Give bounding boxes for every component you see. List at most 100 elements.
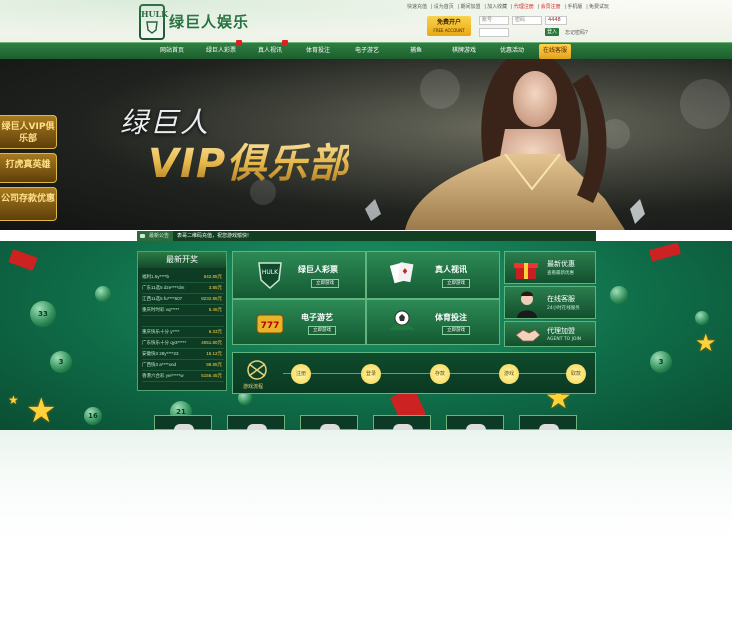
draw-row[interactable]: 安徽快3 28y****23 15.12元 bbox=[142, 350, 224, 360]
star-icon: ★ bbox=[8, 393, 19, 407]
nav-item-fishing[interactable]: 捕鱼 bbox=[410, 43, 422, 60]
side-tab-hero[interactable]: 打虎真英雄 bbox=[0, 153, 57, 183]
captcha-input[interactable] bbox=[479, 28, 509, 37]
support-panel[interactable]: 在线客服 24小时在线服务 bbox=[504, 286, 596, 319]
username-input[interactable]: 账号 bbox=[479, 16, 509, 25]
captcha-box[interactable]: 4448 bbox=[545, 16, 567, 25]
process-step[interactable]: 存款 bbox=[430, 364, 450, 384]
partner-thumb[interactable] bbox=[154, 415, 212, 430]
process-step[interactable]: 取款 bbox=[566, 364, 586, 384]
draw-row-name: 重庆时时彩 vq***** bbox=[142, 307, 180, 312]
draw-row-amount: 5156.45元 bbox=[201, 373, 222, 378]
hot-badge bbox=[282, 40, 289, 46]
draw-row-amount: 5.45元 bbox=[208, 307, 222, 312]
draw-row-name: 香港六合彩 yei*****w bbox=[142, 373, 184, 378]
dice-icon bbox=[8, 248, 38, 272]
nav-item-home[interactable]: 网站首页 bbox=[160, 43, 184, 60]
nav-item-promos[interactable]: 优惠活动 bbox=[500, 43, 524, 60]
top-link[interactable]: 会员注册 bbox=[541, 4, 561, 10]
draw-row[interactable]: 广东11选5 dze****dm 3.85元 bbox=[142, 284, 224, 294]
svg-text:HULK: HULK bbox=[262, 269, 279, 276]
agent-panel[interactable]: 代理加盟 AGENT TO JOIN bbox=[504, 321, 596, 347]
playing-cards-icon: ♦ bbox=[389, 262, 414, 284]
draw-row-name: 福利1.5y****b bbox=[142, 274, 170, 279]
draw-row[interactable]: 重庆快乐十分 y**** 6.33元 bbox=[142, 328, 224, 338]
draw-row-name: 江西11选5 fu****507 bbox=[142, 296, 183, 301]
draw-results-panel: 最新开奖 福利1.5y****b 642.85元 广东11选5 dze****dm… bbox=[137, 251, 227, 391]
top-link[interactable]: 免费试玩 bbox=[589, 4, 609, 10]
page-screenshot: HULK 绿巨人娱乐 快速充值 | 设为首页 | 期间加盟 | 加入收藏 | 代理注册 |… bbox=[0, 0, 732, 430]
process-step[interactable]: 游戏 bbox=[499, 364, 519, 384]
draw-row[interactable]: 香港六合彩 yei*****w 5156.45元 bbox=[142, 372, 224, 382]
promo-panel[interactable]: 最新优惠 查看最新优惠 bbox=[504, 251, 596, 284]
site-header: HULK 绿巨人娱乐 快速充值 | 设为首页 | 期间加盟 | 加入收藏 | 代理注册 |… bbox=[0, 0, 732, 42]
lottery-ball-icon bbox=[610, 286, 628, 304]
nav-item-support[interactable]: 在线客服 bbox=[539, 44, 572, 59]
game-card-live[interactable]: ♦ 真人视讯 立即游戏 bbox=[366, 251, 500, 299]
play-now-button[interactable]: 立即游戏 bbox=[442, 326, 470, 335]
top-link[interactable]: 代理注册 bbox=[514, 4, 534, 10]
top-link[interactable]: 设为首页 bbox=[434, 4, 454, 10]
logo-badge-text: HULK bbox=[141, 9, 169, 19]
draw-row[interactable]: 广东快乐十分 qy3***** 4051.80元 bbox=[142, 339, 224, 349]
game-card-sports[interactable]: 体育投注 立即游戏 bbox=[366, 299, 500, 345]
play-now-button[interactable]: 立即游戏 bbox=[442, 279, 470, 288]
lottery-ball-icon bbox=[95, 286, 111, 302]
notice-text[interactable]: 表哥二维码充值，祝您游戏愉快! bbox=[177, 231, 249, 241]
partner-thumb[interactable] bbox=[519, 415, 577, 430]
play-now-button[interactable]: 立即游戏 bbox=[311, 279, 339, 288]
star-icon: ★ bbox=[695, 329, 717, 357]
draw-row-amount: 6.33元 bbox=[208, 329, 222, 334]
panel-subtitle: 查看最新优惠 bbox=[547, 271, 574, 276]
nav-item-lottery[interactable]: 绿巨人彩票 bbox=[206, 40, 243, 60]
draw-row-name: 安徽快3 28y****23 bbox=[142, 351, 179, 356]
nav-item-sports[interactable]: 体育投注 bbox=[306, 43, 330, 60]
svg-text:777: 777 bbox=[261, 321, 280, 331]
panel-title: 在线客服 bbox=[547, 295, 575, 303]
gift-box-icon bbox=[514, 263, 538, 279]
lottery-ball-icon: 3 bbox=[650, 351, 672, 373]
star-icon: ★ bbox=[26, 391, 57, 430]
partner-thumb[interactable] bbox=[227, 415, 285, 430]
process-step[interactable]: 注册 bbox=[291, 364, 311, 384]
hulk-shield-icon: HULK bbox=[258, 262, 282, 290]
process-label: 游戏流程 bbox=[243, 384, 264, 390]
draw-row-name: 广东11选5 dze****dm bbox=[142, 285, 185, 290]
content-area: 33 3 3 21 16 ★ ★ ★ ★ 最新开奖 福利1.5y****b 642… bbox=[0, 241, 732, 430]
draw-row[interactable] bbox=[142, 317, 224, 327]
logo-text[interactable]: 绿巨人娱乐 bbox=[169, 11, 249, 32]
draw-row[interactable]: 福利1.5y****b 642.85元 bbox=[142, 273, 224, 283]
partner-thumb[interactable] bbox=[373, 415, 431, 430]
draw-row[interactable]: 重庆时时彩 vq***** 5.45元 bbox=[142, 306, 224, 316]
top-link[interactable]: 加入收藏 bbox=[487, 4, 507, 10]
lottery-ball-icon: 3 bbox=[50, 351, 72, 373]
register-button[interactable]: 免费开户 FREE ACCOUNT bbox=[427, 16, 471, 36]
side-tab-vip[interactable]: 绿巨人VIP俱乐部 bbox=[0, 115, 57, 149]
play-now-button[interactable]: 立即游戏 bbox=[308, 326, 336, 335]
nav-item-chess[interactable]: 棋牌游戏 bbox=[452, 43, 476, 60]
top-link[interactable]: 快速充值 bbox=[407, 4, 427, 10]
nav-item-live[interactable]: 真人视讯 bbox=[258, 40, 289, 60]
nav-item-slots[interactable]: 电子游艺 bbox=[355, 43, 379, 60]
game-card-title: 电子游艺 bbox=[301, 313, 333, 322]
side-tab-deposit[interactable]: 公司存款优惠 bbox=[0, 187, 57, 221]
login-button[interactable]: 登入 bbox=[545, 28, 559, 36]
top-link[interactable]: 手机版 bbox=[567, 4, 582, 10]
draw-row[interactable]: 广西快3 a****xnd 98.85元 bbox=[142, 361, 224, 371]
forgot-password-link[interactable]: 忘记密码? bbox=[565, 29, 588, 36]
game-card-title: 真人视讯 bbox=[435, 265, 467, 274]
process-step[interactable]: 登录 bbox=[361, 364, 381, 384]
partner-thumb[interactable] bbox=[446, 415, 504, 430]
hero-banner[interactable]: 绿巨人 VIP俱乐部 绿巨人VIP俱乐部 打虎真英雄 公司存款优惠 bbox=[0, 59, 732, 230]
top-link[interactable]: 期间加盟 bbox=[460, 4, 480, 10]
bokeh-light bbox=[680, 79, 730, 129]
password-input[interactable]: 密码 bbox=[512, 16, 542, 25]
draw-row[interactable]: 江西11选5 fu****507 8232.85元 bbox=[142, 295, 224, 305]
logo-badge[interactable]: HULK bbox=[139, 4, 169, 40]
mirror-reflection bbox=[0, 430, 732, 626]
partner-thumb[interactable] bbox=[300, 415, 358, 430]
game-card-title: 体育投注 bbox=[435, 313, 467, 322]
game-card-slots[interactable]: 777 电子游艺 立即游戏 bbox=[232, 299, 366, 345]
dice-icon bbox=[648, 242, 682, 262]
game-card-lottery[interactable]: HULK 绿巨人彩票 立即游戏 bbox=[232, 251, 366, 299]
